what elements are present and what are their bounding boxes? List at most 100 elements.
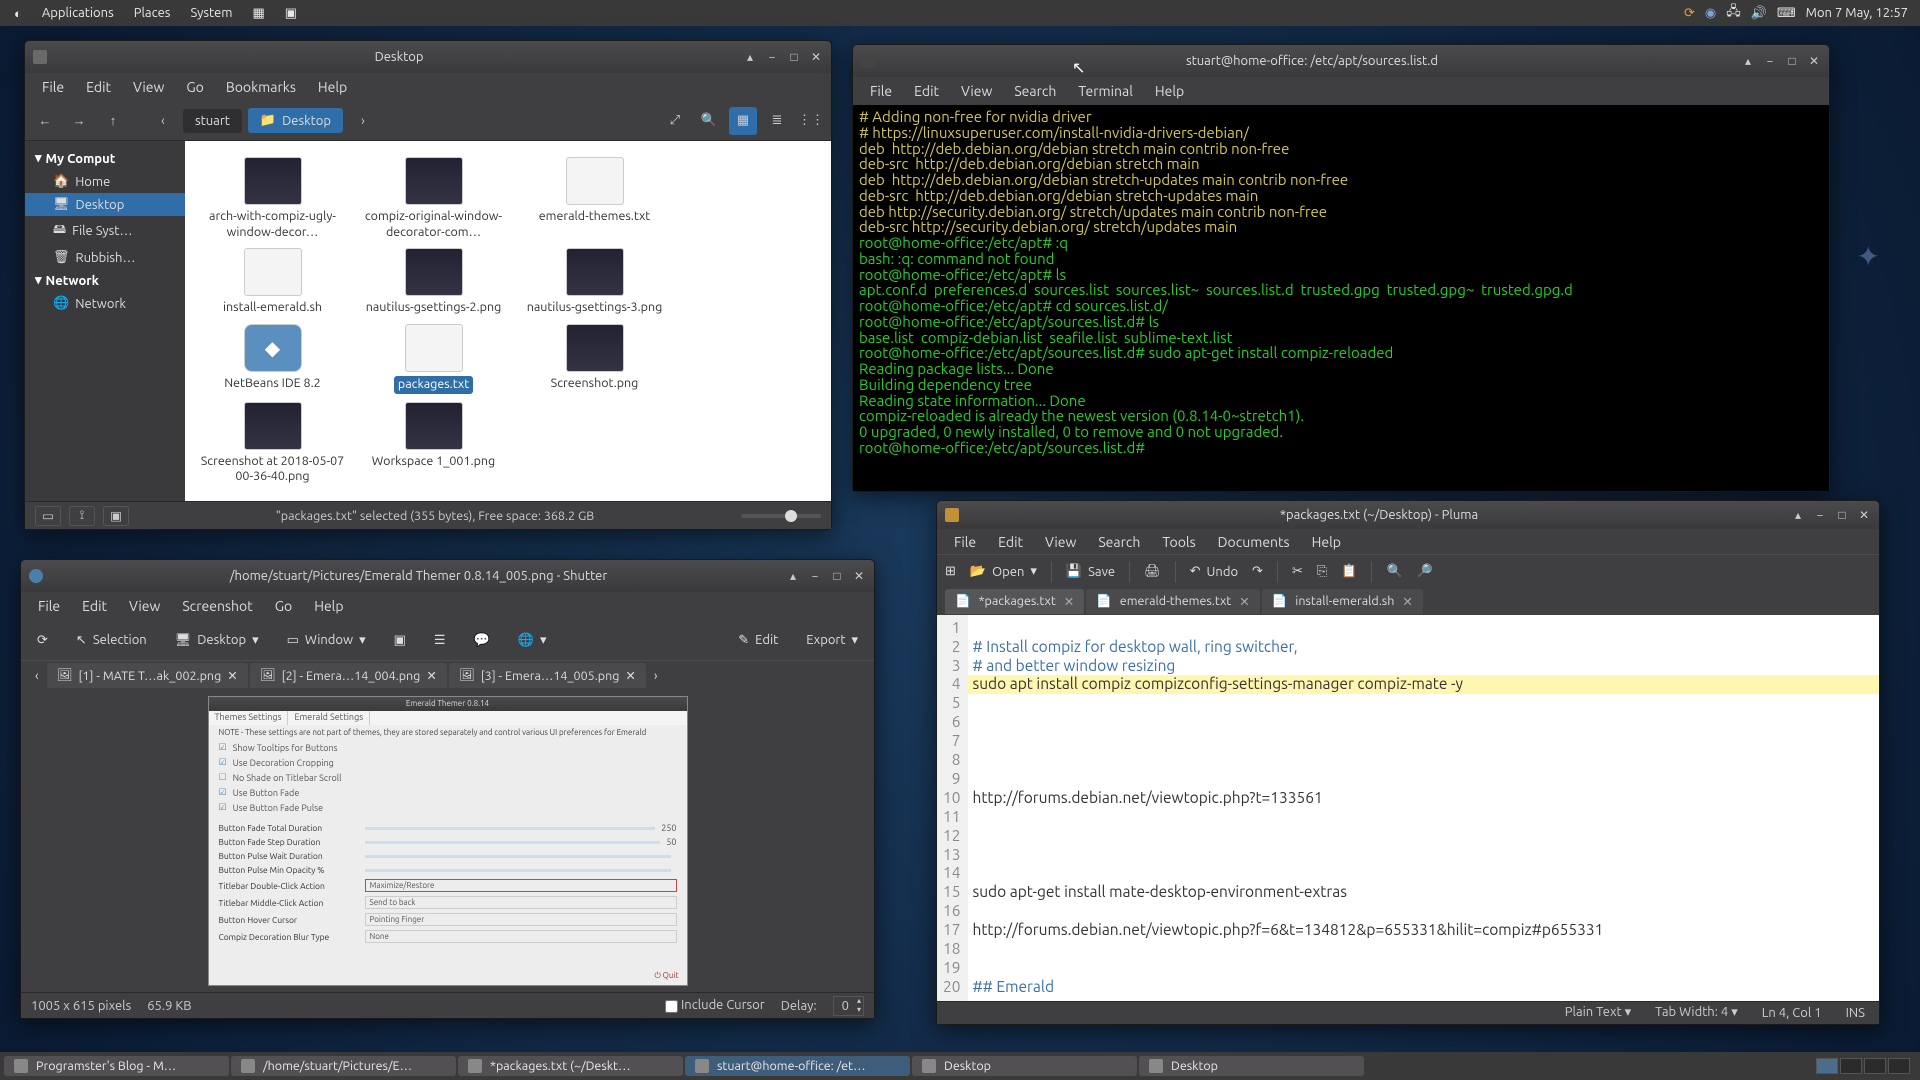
file-item[interactable]: ◆NetBeans IDE 8.2: [195, 324, 350, 394]
taskbar-item[interactable]: Programster's Blog - M…: [4, 1056, 229, 1076]
file-item[interactable]: Screenshot.png: [517, 324, 672, 394]
shutter-menu-file[interactable]: File: [27, 598, 71, 614]
pluma-titlebar[interactable]: *packages.txt (~/Desktop) - Pluma ▴ − □ …: [937, 501, 1879, 529]
editor-tab[interactable]: 📄install-emerald.sh✕: [1262, 589, 1423, 614]
sidebar-item-filesystem[interactable]: 🖴File Syst…: [25, 216, 185, 246]
close-button[interactable]: ✕: [1857, 508, 1871, 522]
term-menu-search[interactable]: Search: [1003, 83, 1067, 99]
workspace-pager[interactable]: [1816, 1058, 1910, 1074]
close-icon[interactable]: ✕: [625, 668, 635, 683]
tray-network-icon[interactable]: 🖧: [1726, 2, 1741, 24]
window-button[interactable]: ▭Window ▾: [279, 629, 374, 652]
new-button[interactable]: ⊞: [945, 564, 956, 579]
pluma-menu-search[interactable]: Search: [1087, 534, 1151, 550]
workspace-4[interactable]: [1888, 1058, 1910, 1074]
pluma-menu-tools[interactable]: Tools: [1151, 534, 1206, 550]
view-compact-button[interactable]: ⋮⋮: [797, 107, 825, 135]
nav-back-button[interactable]: ←: [31, 107, 59, 135]
minimize-button[interactable]: −: [1763, 54, 1777, 68]
tooltip-button[interactable]: 💬: [466, 629, 498, 652]
tray-icon-2[interactable]: ◉: [1705, 6, 1716, 21]
term-menu-terminal[interactable]: Terminal: [1067, 83, 1144, 99]
shutter-tab-2[interactable]: 🖼[2] - Emera…14_004.png✕: [250, 663, 447, 688]
fm-file-grid[interactable]: arch-with-compiz-ugly-window-decor…compi…: [185, 141, 831, 501]
paste-button[interactable]: 📋: [1341, 564, 1357, 579]
shutter-tab-1[interactable]: 🖼[1] - MATE T…ak_002.png✕: [47, 663, 248, 688]
panel-launcher-1[interactable]: ▦: [242, 6, 274, 21]
export-button[interactable]: Export ▾: [798, 629, 866, 652]
open-button[interactable]: 📂Open ▾: [970, 564, 1037, 579]
file-item[interactable]: Workspace 1_001.png: [356, 402, 511, 485]
close-button[interactable]: ✕: [809, 50, 823, 64]
include-cursor-checkbox[interactable]: Include Cursor: [665, 998, 765, 1012]
sidebar-item-network[interactable]: 🌐Network: [25, 292, 185, 315]
file-item[interactable]: compiz-original-window-decorator-com…: [356, 157, 511, 240]
syntax-mode-selector[interactable]: Plain Text ▾: [1565, 1005, 1631, 1020]
undo-button[interactable]: ↶Undo: [1190, 564, 1238, 579]
shutter-menu-help[interactable]: Help: [303, 598, 354, 614]
file-item[interactable]: nautilus-gsettings-3.png: [517, 248, 672, 316]
shutter-menu-screenshot[interactable]: Screenshot: [171, 598, 263, 614]
panel-menu-applications[interactable]: Applications: [32, 6, 124, 20]
fm-menu-go[interactable]: Go: [175, 79, 214, 95]
location-toggle-icon[interactable]: ⤢: [661, 107, 689, 135]
file-item[interactable]: arch-with-compiz-ugly-window-decor…: [195, 157, 350, 240]
find-button[interactable]: 🔍: [1386, 564, 1402, 579]
tab-prev-button[interactable]: ‹: [29, 669, 45, 683]
file-item[interactable]: install-emerald.sh: [195, 248, 350, 316]
fm-menu-file[interactable]: File: [31, 79, 75, 95]
minimize-button[interactable]: −: [765, 50, 779, 64]
search-icon[interactable]: 🔍: [695, 107, 723, 135]
maximize-button[interactable]: □: [830, 569, 844, 583]
term-menu-edit[interactable]: Edit: [903, 83, 950, 99]
workspace-1[interactable]: [1816, 1058, 1838, 1074]
save-button[interactable]: 💾Save: [1066, 564, 1115, 579]
tab-width-selector[interactable]: Tab Width: 4 ▾: [1655, 1005, 1738, 1020]
nav-up-button[interactable]: ↑: [99, 107, 127, 135]
pluma-menu-documents[interactable]: Documents: [1207, 534, 1301, 550]
selection-button[interactable]: ↖Selection: [68, 629, 155, 652]
sidebar-header-computer[interactable]: ▾My Comput: [25, 147, 185, 170]
term-menu-file[interactable]: File: [859, 83, 903, 99]
fm-menu-edit[interactable]: Edit: [75, 79, 122, 95]
status-btn-1[interactable]: ▭: [35, 506, 61, 526]
taskbar-item[interactable]: *packages.txt (~/Deskt…: [458, 1056, 683, 1076]
shutter-preview[interactable]: Emerald Themer 0.8.14 Themes SettingsEme…: [21, 690, 874, 992]
breadcrumb-parent[interactable]: stuart: [183, 109, 242, 133]
pluma-editor[interactable]: 1234567891011121314151617181920 # Instal…: [937, 615, 1879, 1001]
file-item[interactable]: emerald-themes.txt: [517, 157, 672, 240]
shutter-tab-3[interactable]: 🖼[3] - Emera…14_005.png✕: [449, 663, 646, 688]
file-item[interactable]: nautilus-gsettings-2.png: [356, 248, 511, 316]
editor-tab[interactable]: 📄emerald-themes.txt✕: [1086, 589, 1260, 614]
status-btn-2[interactable]: ⟟: [69, 506, 95, 526]
fm-menu-bookmarks[interactable]: Bookmarks: [215, 79, 307, 95]
nav-forward-button[interactable]: →: [65, 107, 93, 135]
redo-button[interactable]: ↷: [1252, 564, 1263, 579]
terminal-body[interactable]: # Adding non-free for nvidia driver# htt…: [853, 105, 1829, 491]
tray-volume-icon[interactable]: 🔊: [1751, 6, 1767, 21]
tray-keyboard-icon[interactable]: ⌨: [1777, 6, 1796, 21]
view-icons-button[interactable]: ▦: [729, 107, 757, 135]
rollup-button[interactable]: ▴: [1741, 54, 1755, 68]
delay-spinner[interactable]: 0▴▾: [833, 996, 864, 1016]
shutter-menu-go[interactable]: Go: [264, 598, 303, 614]
maximize-button[interactable]: □: [1835, 508, 1849, 522]
close-icon[interactable]: ✕: [1064, 594, 1074, 609]
tray-icon-1[interactable]: ⟳: [1684, 6, 1695, 21]
sidebar-item-home[interactable]: 🏠Home: [25, 170, 185, 193]
web-button[interactable]: 🌐 ▾: [510, 629, 555, 652]
minimize-button[interactable]: −: [1813, 508, 1827, 522]
term-menu-help[interactable]: Help: [1144, 83, 1195, 99]
taskbar-item[interactable]: Desktop: [912, 1056, 1137, 1076]
menu-button[interactable]: ☰: [426, 629, 454, 652]
file-item[interactable]: Screenshot at 2018-05-07 00-36-40.png: [195, 402, 350, 485]
sidebar-header-network[interactable]: ▾Network: [25, 269, 185, 292]
taskbar-item[interactable]: stuart@home-office: /et…: [685, 1056, 910, 1076]
close-icon[interactable]: ✕: [1239, 594, 1249, 609]
close-button[interactable]: ✕: [1807, 54, 1821, 68]
pluma-menu-view[interactable]: View: [1034, 534, 1087, 550]
view-list-button[interactable]: ≣: [763, 107, 791, 135]
section-button[interactable]: ▣: [386, 629, 414, 652]
rollup-button[interactable]: ▴: [743, 50, 757, 64]
close-icon[interactable]: ✕: [227, 668, 237, 683]
